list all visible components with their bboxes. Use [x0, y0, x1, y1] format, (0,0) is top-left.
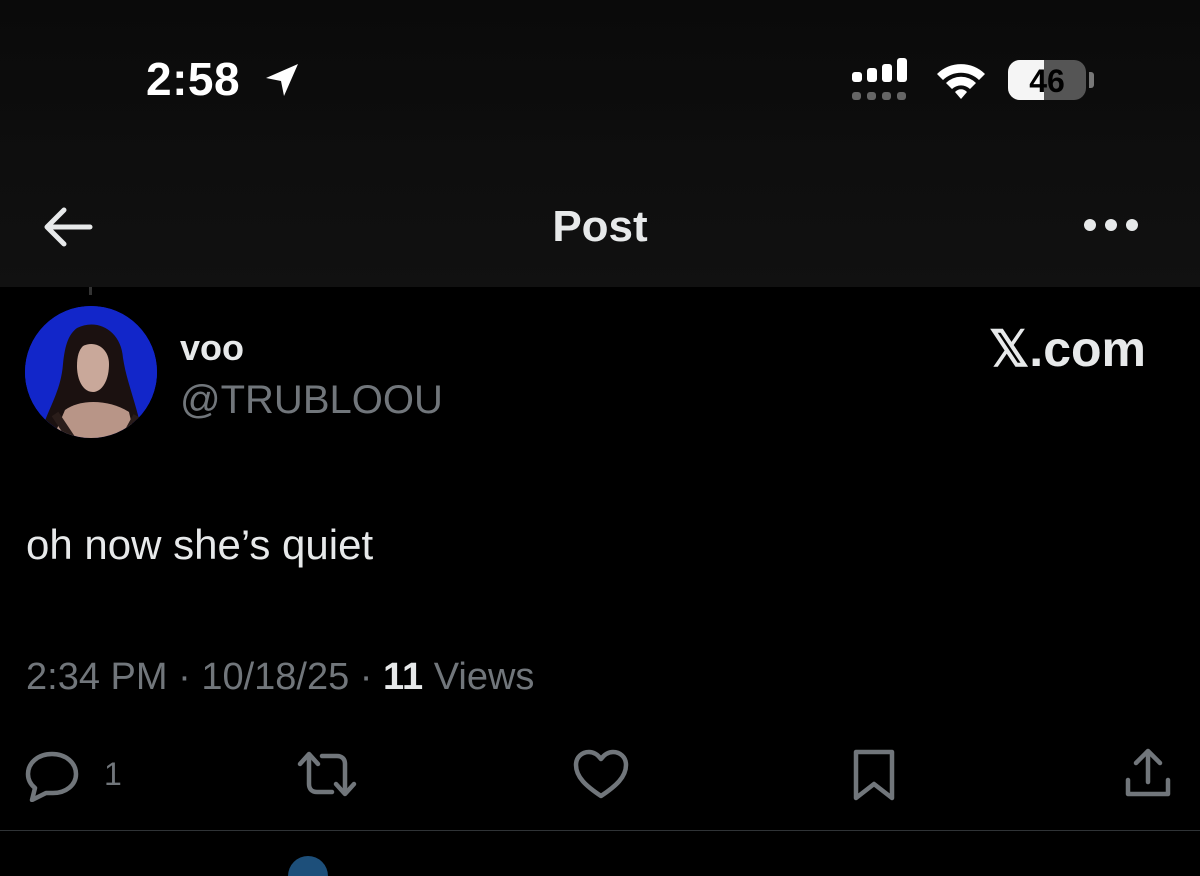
reply-count: 1 — [104, 756, 122, 792]
user-handle[interactable]: @TRUBLOOU — [180, 378, 443, 423]
repost-button[interactable] — [296, 746, 358, 802]
like-button[interactable] — [572, 746, 630, 802]
like-icon — [573, 749, 629, 799]
battery-icon: 46 — [1008, 60, 1086, 100]
page-title: Post — [552, 202, 648, 251]
views-label[interactable]: Views — [423, 656, 535, 698]
reply-icon — [25, 751, 79, 802]
bookmark-button[interactable] — [848, 746, 900, 802]
more-horizontal-icon — [1084, 219, 1138, 231]
meta-separator: · — [167, 656, 202, 698]
avatar[interactable] — [25, 306, 157, 438]
cellular-signal-icon — [852, 58, 907, 100]
divider — [0, 830, 1200, 831]
post-time[interactable]: 2:34 PM — [26, 656, 168, 698]
display-name[interactable]: voo — [180, 327, 244, 369]
more-options-button[interactable] — [1082, 212, 1140, 238]
post-date[interactable]: 10/18/25 — [201, 656, 349, 698]
reply-button[interactable]: 1 — [22, 746, 142, 802]
location-arrow-icon — [266, 64, 298, 96]
battery-level: 46 — [1029, 63, 1065, 99]
post-meta: 2:34 PM · 10/18/25 · 11 Views — [26, 656, 534, 699]
meta-separator: · — [349, 656, 384, 698]
views-count[interactable]: 11 — [383, 656, 423, 698]
wifi-icon — [937, 64, 985, 99]
battery-nub — [1089, 72, 1094, 88]
avatar-photo — [25, 306, 157, 438]
post-text: oh now she’s quiet — [26, 521, 374, 568]
repost-icon — [297, 751, 357, 797]
status-time: 2:58 — [146, 53, 241, 105]
thread-connector — [89, 287, 92, 295]
source-watermark: 𝕏.com — [989, 321, 1146, 377]
share-button[interactable] — [1120, 746, 1176, 802]
share-icon — [1125, 748, 1171, 797]
next-reply-avatar[interactable] — [288, 856, 328, 876]
bookmark-icon — [853, 749, 895, 801]
